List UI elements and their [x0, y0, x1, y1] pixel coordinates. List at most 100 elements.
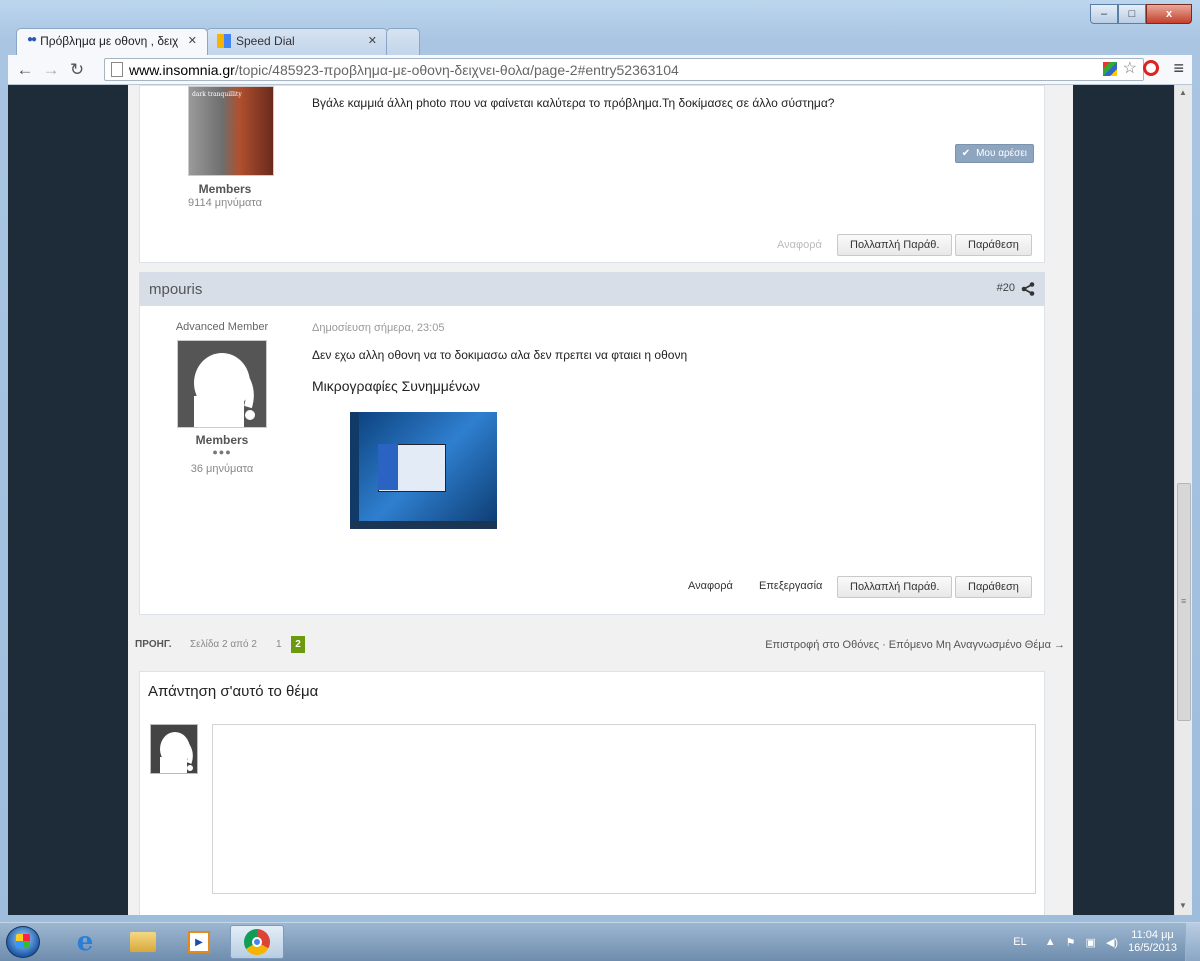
album-art-label: dark tranquillity [192, 91, 242, 98]
report-link[interactable]: Αναφορά [777, 239, 822, 251]
action-center-flag-icon[interactable]: ⚑ [1066, 936, 1076, 949]
attachment-thumbnail[interactable] [350, 412, 497, 529]
tab-title: Speed Dial [236, 34, 295, 48]
show-hidden-icons-icon[interactable]: ▲ [1045, 936, 1056, 948]
post-count: 9114 μηνύματα [188, 197, 262, 209]
taskbar-explorer[interactable] [116, 925, 170, 959]
page-viewport: dark tranquillity Members 9114 μηνύματα … [8, 85, 1192, 915]
maximize-button[interactable]: □ [1118, 4, 1146, 24]
user-avatar[interactable]: dark tranquillity [188, 86, 274, 176]
member-rank: Advanced Member [175, 321, 269, 333]
default-avatar-icon [178, 341, 266, 427]
current-user-avatar [150, 724, 198, 774]
start-button[interactable] [6, 926, 40, 958]
post-20: Advanced Member Members ●●● 36 μηνύματα [139, 306, 1045, 615]
default-avatar-icon [151, 725, 197, 773]
folder-icon [130, 932, 156, 952]
reply-section: Απάντηση σ'αυτό το θέμα [139, 671, 1045, 915]
chrome-icon [244, 929, 270, 955]
tab-strip: ●● Πρόβλημα με οθονη , δειχ ✕ Speed Dial… [8, 28, 1108, 56]
speed-dial-favicon-icon [217, 34, 231, 48]
attachments-title: Μικρογραφίες Συνημμένων [312, 378, 481, 394]
taskbar-media-player[interactable]: ▶ [172, 925, 226, 959]
url-host: www.insomnia.gr [129, 61, 235, 78]
post-username[interactable]: mpouris [149, 281, 202, 298]
member-group: Members [198, 182, 252, 196]
prev-page-link[interactable]: ΠΡΟΗΓ. [135, 639, 172, 650]
system-tray: EL ▲ ⚑ ▣ ◀) 11:04 μμ 16/5/2013 [1013, 923, 1200, 961]
taskbar-internet-explorer[interactable]: e [58, 925, 112, 959]
page-icon [111, 62, 123, 77]
reload-icon[interactable]: ↻ [64, 60, 90, 80]
thumb-taskbar [350, 521, 497, 529]
browser-window: – □ x ●● Πρόβλημα με οθονη , δειχ ✕ Spee… [0, 0, 1200, 922]
multiquote-button[interactable]: Πολλαπλή Παράθ. [837, 234, 953, 256]
thumb-desktop-icons [350, 412, 359, 529]
member-group: Members [195, 433, 249, 447]
new-tab-button[interactable] [386, 28, 420, 55]
reply-title: Απάντηση σ'αυτό το θέμα [148, 683, 319, 700]
browser-toolbar: ← → ↻ www.insomnia.gr/topic/485923-προβλ… [8, 55, 1192, 85]
clock[interactable]: 11:04 μμ 16/5/2013 [1128, 929, 1177, 955]
quote-button[interactable]: Παράθεση [955, 576, 1032, 598]
forum-page: dark tranquillity Members 9114 μηνύματα … [128, 85, 1073, 915]
vertical-scrollbar[interactable]: ▲ ≡ ▼ [1174, 85, 1192, 915]
scroll-up-icon[interactable]: ▲ [1179, 88, 1187, 97]
tab-topic[interactable]: ●● Πρόβλημα με οθονη , δειχ ✕ [16, 28, 208, 55]
post-date: Δημοσίευση σήμερα, 23:05 [312, 322, 445, 334]
check-icon: ✔ [961, 148, 971, 159]
reply-editor[interactable] [212, 724, 1036, 894]
internet-explorer-icon: e [76, 927, 94, 957]
close-tab-icon[interactable]: ✕ [188, 34, 197, 47]
scroll-grip-icon: ≡ [1181, 596, 1187, 606]
clock-time: 11:04 μμ [1131, 929, 1174, 941]
user-avatar[interactable] [177, 340, 267, 428]
share-icon[interactable] [1021, 282, 1035, 296]
page-link-2-current: 2 [291, 636, 305, 653]
reputation-pips: ●●● [212, 447, 232, 457]
like-label: Μου αρέσει [976, 148, 1027, 159]
forward-arrow-icon[interactable]: → [38, 60, 64, 80]
topic-nav-links[interactable]: Επιστροφή στο Οθόνες · Επόμενο Μη Αναγνω… [765, 639, 1065, 651]
scroll-down-icon[interactable]: ▼ [1179, 901, 1187, 910]
minimize-button[interactable]: – [1090, 4, 1118, 24]
menu-icon[interactable]: ≡ [1173, 59, 1184, 77]
tab-title: Πρόβλημα με οθονη , δειχ [40, 34, 179, 48]
report-link[interactable]: Αναφορά [688, 580, 733, 592]
post-number[interactable]: #20 [997, 282, 1015, 294]
post-count: 36 μηνύματα [190, 463, 254, 475]
network-icon[interactable]: ▣ [1086, 936, 1096, 949]
like-button[interactable]: ✔ Μου αρέσει [954, 144, 1034, 163]
windows-taskbar: e ▶ EL ▲ ⚑ ▣ ◀) 11:04 μμ 16/5/2013 [0, 922, 1200, 961]
tab-speed-dial[interactable]: Speed Dial ✕ [206, 28, 388, 55]
pagination: ΠΡΟΗΓ. Σελίδα 2 από 2 1 2 Επιστροφή στο … [128, 633, 1073, 657]
close-window-button[interactable]: x [1146, 4, 1192, 24]
opera-extension-icon[interactable] [1143, 60, 1160, 76]
extension-icon[interactable] [1102, 62, 1117, 76]
address-bar[interactable]: www.insomnia.gr/topic/485923-προβλημα-με… [104, 58, 1144, 81]
quote-button[interactable]: Παράθεση [955, 234, 1032, 256]
show-desktop-button[interactable] [1185, 923, 1200, 961]
post-previous: dark tranquillity Members 9114 μηνύματα … [139, 85, 1045, 263]
volume-icon[interactable]: ◀) [1106, 936, 1118, 949]
bookmark-star-icon[interactable]: ☆ [1123, 61, 1137, 77]
insomnia-favicon-icon: ●● [27, 34, 37, 45]
post-header: mpouris #20 [139, 272, 1045, 306]
language-indicator[interactable]: EL [1013, 936, 1026, 948]
post-body: Βγάλε καμμιά άλλη photo που να φαίνεται … [312, 96, 835, 110]
window-controls: – □ x [1090, 4, 1192, 24]
url-path: /topic/485923-προβλημα-με-οθονη-δειχνει-… [234, 61, 679, 78]
thumb-dialog-sidebar [378, 444, 398, 490]
edit-link[interactable]: Επεξεργασία [759, 580, 822, 592]
close-tab-icon[interactable]: ✕ [368, 34, 377, 47]
scroll-thumb[interactable]: ≡ [1177, 483, 1191, 721]
multiquote-button[interactable]: Πολλαπλή Παράθ. [837, 576, 953, 598]
clock-date: 16/5/2013 [1128, 942, 1177, 954]
post-body: Δεν εχω αλλη οθονη να το δοκιμασω αλα δε… [312, 348, 688, 362]
page-link-1[interactable]: 1 [276, 639, 282, 650]
taskbar-chrome[interactable] [230, 925, 284, 959]
back-arrow-icon[interactable]: ← [12, 60, 38, 80]
media-player-icon: ▶ [188, 931, 210, 953]
page-indicator[interactable]: Σελίδα 2 από 2 [190, 639, 257, 650]
windows-logo-icon [16, 934, 30, 948]
